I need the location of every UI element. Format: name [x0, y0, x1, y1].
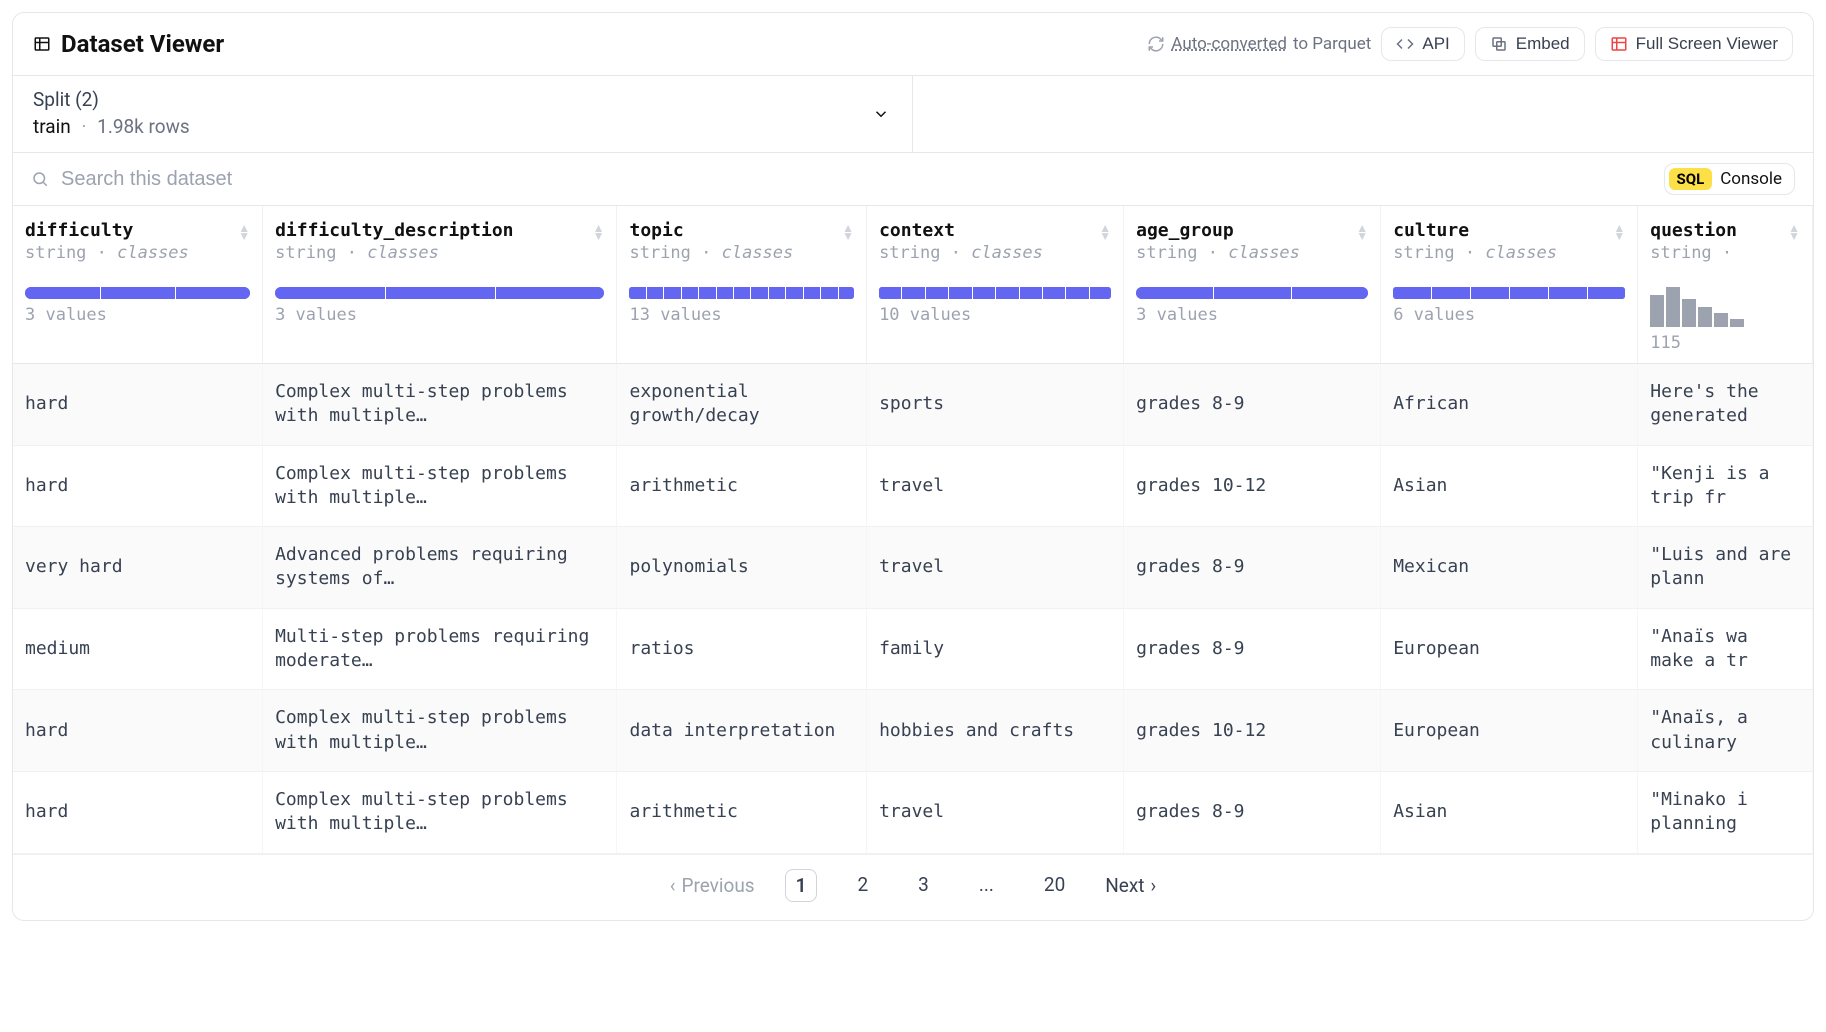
table-row[interactable]: hardComplex multi-step problems with mul… — [13, 771, 1813, 853]
column-header-age_group[interactable]: age_groupstring · classes▲▼3 values — [1124, 206, 1381, 364]
cell-difficulty_description: Complex multi-step problems with multipl… — [263, 364, 617, 446]
cell-culture: European — [1381, 608, 1638, 690]
pager-next[interactable]: Next › — [1105, 874, 1156, 897]
cell-culture: Asian — [1381, 445, 1638, 527]
table-row[interactable]: hardComplex multi-step problems with mul… — [13, 364, 1813, 446]
pager-page-3[interactable]: 3 — [908, 869, 939, 902]
pager-ellipsis: ... — [969, 869, 1004, 902]
cell-difficulty_description: Complex multi-step problems with multipl… — [263, 690, 617, 772]
code-icon — [1396, 35, 1414, 53]
sort-icon[interactable]: ▲▼ — [238, 224, 250, 240]
sql-console-button[interactable]: SQL Console — [1664, 163, 1795, 195]
cell-age_group: grades 8-9 — [1124, 608, 1381, 690]
column-header-context[interactable]: contextstring · classes▲▼10 values — [867, 206, 1124, 364]
cell-culture: Mexican — [1381, 527, 1638, 609]
table-row[interactable]: mediumMulti-step problems requiring mode… — [13, 608, 1813, 690]
column-header-difficulty[interactable]: difficultystring · classes▲▼3 values — [13, 206, 263, 364]
cell-difficulty_description: Multi-step problems requiring moderate… — [263, 608, 617, 690]
column-header-difficulty_description[interactable]: difficulty_descriptionstring · classes▲▼… — [263, 206, 617, 364]
cell-culture: European — [1381, 690, 1638, 772]
cell-topic: polynomials — [617, 527, 867, 609]
cell-culture: African — [1381, 364, 1638, 446]
cell-question: "Minako i planning — [1638, 771, 1813, 853]
cell-context: sports — [867, 364, 1124, 446]
cell-question: "Anaïs, a culinary — [1638, 690, 1813, 772]
cell-topic: arithmetic — [617, 445, 867, 527]
cell-difficulty: very hard — [13, 527, 263, 609]
cell-difficulty: hard — [13, 771, 263, 853]
cell-topic: arithmetic — [617, 771, 867, 853]
sort-icon[interactable]: ▲▼ — [1356, 224, 1368, 240]
sort-icon[interactable]: ▲▼ — [593, 224, 605, 240]
pager-page-20[interactable]: 20 — [1034, 869, 1075, 902]
cell-question: Here's the generated — [1638, 364, 1813, 446]
column-header-culture[interactable]: culturestring · classes▲▼6 values — [1381, 206, 1638, 364]
table-row[interactable]: hardComplex multi-step problems with mul… — [13, 690, 1813, 772]
table-grid-icon — [33, 35, 51, 53]
split-label: Split (2) — [33, 88, 892, 111]
search-icon — [31, 170, 49, 188]
sql-chip: SQL — [1669, 168, 1713, 190]
fullscreen-button[interactable]: Full Screen Viewer — [1595, 27, 1793, 61]
cell-culture: Asian — [1381, 771, 1638, 853]
cell-topic: exponential growth/decay — [617, 364, 867, 446]
sort-icon[interactable]: ▲▼ — [1788, 224, 1800, 240]
cell-age_group: grades 8-9 — [1124, 771, 1381, 853]
cell-difficulty: hard — [13, 690, 263, 772]
copy-icon — [1490, 35, 1508, 53]
cell-question: "Luis and are plann — [1638, 527, 1813, 609]
embed-button[interactable]: Embed — [1475, 27, 1585, 61]
cell-age_group: grades 8-9 — [1124, 364, 1381, 446]
auto-converted-link[interactable]: Auto-converted — [1171, 34, 1287, 54]
pagination: ‹ Previous 123... 20 Next › — [13, 854, 1813, 920]
api-button[interactable]: API — [1381, 27, 1464, 61]
table-row[interactable]: hardComplex multi-step problems with mul… — [13, 445, 1813, 527]
cell-difficulty_description: Advanced problems requiring systems of… — [263, 527, 617, 609]
cell-question: "Anaïs wa make a tr — [1638, 608, 1813, 690]
cell-context: travel — [867, 771, 1124, 853]
sort-icon[interactable]: ▲▼ — [1099, 224, 1111, 240]
split-selector[interactable]: Split (2) train · 1.98k rows — [13, 76, 913, 152]
cell-difficulty_description: Complex multi-step problems with multipl… — [263, 771, 617, 853]
cell-context: hobbies and crafts — [867, 690, 1124, 772]
auto-converted-note: Auto-converted to Parquet — [1147, 34, 1371, 54]
sort-icon[interactable]: ▲▼ — [842, 224, 854, 240]
pager-previous[interactable]: ‹ Previous — [670, 874, 755, 897]
cell-difficulty: hard — [13, 364, 263, 446]
cell-context: family — [867, 608, 1124, 690]
column-header-question[interactable]: questionstring ·▲▼115 — [1638, 206, 1813, 364]
table-row[interactable]: very hardAdvanced problems requiring sys… — [13, 527, 1813, 609]
cell-topic: data interpretation — [617, 690, 867, 772]
pager-page-2[interactable]: 2 — [847, 869, 878, 902]
cell-topic: ratios — [617, 608, 867, 690]
column-header-topic[interactable]: topicstring · classes▲▼13 values — [617, 206, 867, 364]
search-input[interactable] — [61, 168, 1664, 191]
cell-context: travel — [867, 445, 1124, 527]
sort-icon[interactable]: ▲▼ — [1613, 224, 1625, 240]
cell-question: "Kenji is a trip fr — [1638, 445, 1813, 527]
chevron-down-icon — [872, 105, 890, 123]
split-name: train — [33, 115, 71, 138]
chevron-right-icon: › — [1151, 874, 1157, 897]
pager-page-1[interactable]: 1 — [785, 869, 818, 902]
cell-difficulty: hard — [13, 445, 263, 527]
page-title: Dataset Viewer — [61, 30, 224, 58]
cell-age_group: grades 8-9 — [1124, 527, 1381, 609]
chevron-left-icon: ‹ — [670, 874, 676, 897]
cell-age_group: grades 10-12 — [1124, 690, 1381, 772]
cell-context: travel — [867, 527, 1124, 609]
split-row-count: 1.98k rows — [97, 115, 190, 138]
refresh-icon — [1147, 35, 1165, 53]
cell-difficulty: medium — [13, 608, 263, 690]
table-red-icon — [1610, 35, 1628, 53]
cell-difficulty_description: Complex multi-step problems with multipl… — [263, 445, 617, 527]
cell-age_group: grades 10-12 — [1124, 445, 1381, 527]
